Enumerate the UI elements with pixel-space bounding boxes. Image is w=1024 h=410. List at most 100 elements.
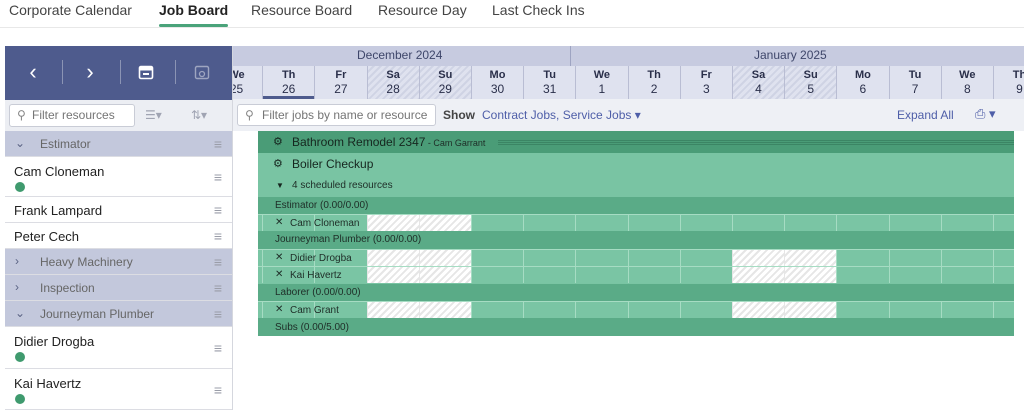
day-cell[interactable] [784, 250, 837, 266]
remove-icon[interactable]: ✕ [275, 269, 283, 280]
calendar-icon[interactable] [134, 60, 158, 84]
resource-group-inspection[interactable]: › Inspection ≡ [5, 275, 232, 301]
day-cell[interactable] [679, 250, 732, 266]
filter-resources-input[interactable] [32, 108, 132, 122]
day-cell[interactable] [993, 215, 1014, 231]
remove-icon[interactable]: ✕ [275, 217, 283, 228]
day-cell[interactable] [940, 250, 993, 266]
day-cell[interactable] [732, 250, 784, 266]
job-row-boiler-checkup[interactable]: ⚙ Boiler Checkup [258, 153, 1014, 175]
resource-group-heavy-machinery[interactable]: › Heavy Machinery ≡ [5, 249, 232, 275]
remove-icon[interactable]: ✕ [275, 304, 283, 315]
day-cell[interactable] [627, 215, 680, 231]
day-cell[interactable] [575, 250, 627, 266]
chevron-right-icon[interactable]: › [78, 60, 102, 84]
drag-handle-icon[interactable]: ≡ [214, 382, 222, 398]
day-cell[interactable] [523, 267, 575, 283]
day-cell[interactable] [940, 302, 993, 318]
chevron-down-icon[interactable]: ⌄ [15, 136, 25, 150]
day-cell[interactable] [627, 250, 680, 266]
drag-handle-icon[interactable]: ≡ [214, 136, 222, 152]
day-cell[interactable] [627, 267, 680, 283]
day-cell[interactable] [418, 215, 471, 231]
day-cell[interactable] [523, 302, 575, 318]
day-cell[interactable] [366, 302, 419, 318]
sort-icon[interactable]: ⇅▾ [191, 108, 207, 122]
chevron-down-icon[interactable]: ⌄ [15, 306, 25, 320]
day-cell[interactable] [471, 267, 523, 283]
day-cell[interactable] [836, 302, 888, 318]
drag-handle-icon[interactable]: ≡ [214, 306, 222, 322]
resource-didier-drogba[interactable]: Didier Drogba ≡ [5, 327, 232, 369]
resource-peter-cech[interactable]: Peter Cech ≡ [5, 223, 232, 249]
day-cell[interactable] [993, 267, 1014, 283]
day-cell[interactable] [888, 215, 941, 231]
day-cell[interactable] [679, 302, 732, 318]
divider [120, 60, 121, 84]
tab-last-check-ins[interactable]: Last Check Ins [492, 2, 585, 18]
list-view-icon[interactable]: ☰▾ [145, 108, 162, 122]
day-cell[interactable] [888, 250, 941, 266]
gear-icon[interactable]: ⚙ [273, 157, 283, 170]
day-cell[interactable] [679, 215, 732, 231]
day-cell[interactable] [471, 215, 523, 231]
tab-resource-day[interactable]: Resource Day [378, 2, 467, 18]
filter-jobs-input[interactable] [262, 108, 434, 122]
day-cell[interactable] [784, 267, 837, 283]
day-cell[interactable] [836, 267, 888, 283]
day-cell[interactable] [732, 215, 784, 231]
job-row-bathroom-remodel[interactable]: ⚙ Bathroom Remodel 2347 - Cam Garrant [258, 131, 1014, 153]
day-cell[interactable] [993, 250, 1014, 266]
drag-handle-icon[interactable]: ≡ [214, 202, 222, 218]
day-cell[interactable] [784, 302, 837, 318]
drag-handle-icon[interactable]: ≡ [214, 169, 222, 185]
chevron-right-icon[interactable]: › [15, 254, 19, 268]
day-cell[interactable] [575, 302, 627, 318]
day-cell[interactable] [836, 250, 888, 266]
day-cell[interactable] [366, 267, 419, 283]
day-cell[interactable] [575, 267, 627, 283]
day-cell[interactable] [732, 267, 784, 283]
drag-handle-icon[interactable]: ≡ [214, 254, 222, 270]
resource-cam-cloneman[interactable]: Cam Cloneman ≡ [5, 157, 232, 197]
expand-all-link[interactable]: Expand All [897, 108, 954, 122]
resource-frank-lampard[interactable]: Frank Lampard ≡ [5, 197, 232, 223]
resource-kai-havertz[interactable]: Kai Havertz ≡ [5, 369, 232, 410]
tab-resource-board[interactable]: Resource Board [251, 2, 352, 18]
day-cell[interactable] [523, 215, 575, 231]
printer-icon[interactable]: ⎙ ▾ [975, 106, 996, 122]
day-cell[interactable] [575, 215, 627, 231]
scheduled-resources-toggle[interactable]: ▼ 4 scheduled resources [258, 175, 1014, 197]
chevron-left-icon[interactable]: ‹ [21, 60, 45, 84]
day-cell[interactable] [366, 250, 419, 266]
chevron-right-icon[interactable]: › [15, 280, 19, 294]
day-cell[interactable] [993, 302, 1014, 318]
day-cell[interactable] [366, 215, 419, 231]
calendar-settings-icon[interactable] [190, 60, 214, 84]
remove-icon[interactable]: ✕ [275, 252, 283, 263]
day-cell[interactable] [523, 250, 575, 266]
gear-icon[interactable]: ⚙ [273, 135, 283, 148]
tab-corporate-calendar[interactable]: Corporate Calendar [9, 2, 132, 18]
day-cell[interactable] [627, 302, 680, 318]
drag-handle-icon[interactable]: ≡ [214, 280, 222, 296]
drag-handle-icon[interactable]: ≡ [214, 228, 222, 244]
day-cell[interactable] [888, 267, 941, 283]
day-cell[interactable] [418, 302, 471, 318]
drag-handle-icon[interactable]: ≡ [214, 340, 222, 356]
day-cell[interactable] [888, 302, 941, 318]
tab-job-board[interactable]: Job Board [159, 2, 229, 27]
day-cell[interactable] [679, 267, 732, 283]
day-cell[interactable] [418, 250, 471, 266]
resource-group-estimator[interactable]: ⌄ Estimator ≡ [5, 131, 232, 157]
day-cell[interactable] [471, 250, 523, 266]
day-cell[interactable] [784, 215, 836, 231]
show-dropdown[interactable]: Contract Jobs, Service Jobs ▾ [482, 108, 641, 122]
resource-group-journeyman-plumber[interactable]: ⌄ Journeyman Plumber ≡ [5, 301, 232, 327]
day-cell[interactable] [418, 267, 471, 283]
day-cell[interactable] [940, 215, 993, 231]
day-cell[interactable] [471, 302, 523, 318]
day-cell[interactable] [732, 302, 784, 318]
day-cell[interactable] [836, 215, 888, 231]
day-cell[interactable] [940, 267, 993, 283]
